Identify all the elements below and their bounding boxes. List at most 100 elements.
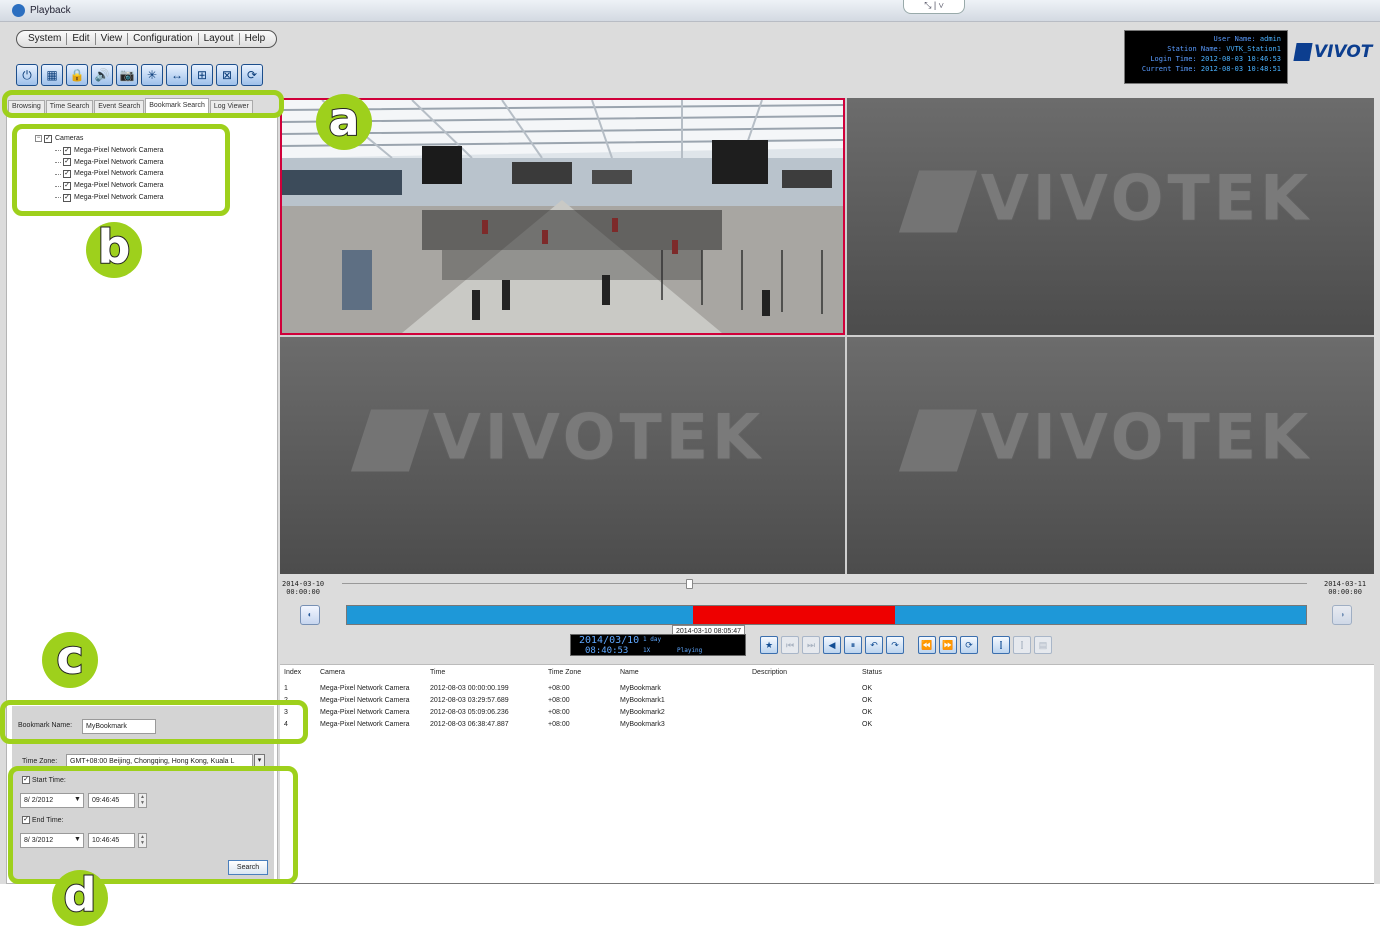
cell-status: OK: [862, 685, 873, 692]
title-bar: Playback ⤡ | ∨: [0, 0, 1380, 22]
video-cell-4[interactable]: VIVOTEK: [847, 337, 1374, 574]
vivotek-watermark: VIVOTEK: [847, 400, 1374, 473]
callout-b-frame: [12, 124, 230, 216]
col-camera[interactable]: Camera: [320, 667, 345, 679]
menu-edit[interactable]: Edit: [67, 33, 96, 45]
menu-layout[interactable]: Layout: [199, 33, 240, 45]
timeline-start-time: 00:00:00: [286, 588, 320, 596]
cell-time: 2012-08-03 03:29:57.689: [430, 697, 509, 704]
table-row[interactable]: 4 Mega-Pixel Network Camera 2012-08-03 0…: [280, 719, 1374, 731]
bookmark-results-table: Index Camera Time Time Zone Name Descrip…: [280, 664, 1374, 884]
previous-frame-icon[interactable]: ⏪: [918, 636, 936, 654]
cell-time-zone: +08:00: [548, 685, 570, 692]
playback-controls: ★ ⏮ ⏭ ◀ ⏸ ↶ ↷ ⏪ ⏩ ⟳ ⫿ ⫿ ▤: [760, 636, 1052, 654]
col-status[interactable]: Status: [862, 667, 882, 679]
video-cell-3[interactable]: VIVOTEK: [280, 337, 845, 574]
layout-icon[interactable]: ▦: [41, 64, 63, 86]
bookmark-star-icon[interactable]: ★: [760, 636, 778, 654]
next-bookmark-icon[interactable]: ⏭: [802, 636, 820, 654]
menu-view[interactable]: View: [96, 33, 129, 45]
time-slider-track[interactable]: [342, 583, 1307, 584]
sync-icon[interactable]: ⟳: [241, 64, 263, 86]
fullscreen-icon[interactable]: ⊞: [191, 64, 213, 86]
lcd-state: Playing: [677, 647, 703, 654]
export-clip-icon[interactable]: ▤: [1034, 636, 1052, 654]
table-row[interactable]: 1 Mega-Pixel Network Camera 2012-08-03 0…: [280, 683, 1374, 695]
cell-name: MyBookmark2: [620, 709, 665, 716]
menu-system[interactable]: System: [23, 33, 68, 45]
time-slider-knob[interactable]: [686, 579, 694, 589]
cell-status: OK: [862, 721, 873, 728]
mark-in-icon[interactable]: ⫿: [992, 636, 1010, 654]
cell-camera: Mega-Pixel Network Camera: [320, 697, 410, 704]
snapshot-icon[interactable]: 📷: [116, 64, 138, 86]
lock-icon[interactable]: 🔒: [66, 64, 88, 86]
lcd-range: 1 day: [643, 636, 662, 643]
window-controls[interactable]: ⤡ | ∨: [903, 0, 965, 14]
app-icon: [12, 4, 25, 17]
audio-icon[interactable]: 🔊: [91, 64, 113, 86]
cell-name: MyBookmark3: [620, 721, 665, 728]
vivotek-watermark: VIVOTEK: [847, 161, 1374, 234]
patrol-icon[interactable]: ⊠: [216, 64, 238, 86]
speed-up-icon[interactable]: ↷: [886, 636, 904, 654]
callout-d-badge: d: [52, 869, 108, 926]
cell-time-zone: +08:00: [548, 709, 570, 716]
cell-status: OK: [862, 697, 873, 704]
col-name[interactable]: Name: [620, 667, 639, 679]
window-title: Playback: [30, 5, 71, 16]
lcd-date: 2014/03/10: [579, 635, 640, 646]
slow-down-icon[interactable]: ↶: [865, 636, 883, 654]
station-label: Station Name:: [1167, 45, 1222, 53]
zoom-in-timeline-icon[interactable]: ◐: [300, 605, 320, 625]
col-time[interactable]: Time: [430, 667, 445, 679]
callout-a-badge: a: [316, 93, 372, 150]
mark-out-icon[interactable]: ⫿: [1013, 636, 1031, 654]
playback-time-display: 2014/03/10 08:40:53 1 day 1X Playing: [570, 634, 746, 656]
previous-bookmark-icon[interactable]: ⏮: [781, 636, 799, 654]
menu-configuration[interactable]: Configuration: [128, 33, 199, 45]
recording-timeline[interactable]: [346, 605, 1307, 625]
table-row[interactable]: 2 Mega-Pixel Network Camera 2012-08-03 0…: [280, 695, 1374, 707]
cell-time: 2012-08-03 05:09:06.236: [430, 709, 509, 716]
next-frame-icon[interactable]: ⏩: [939, 636, 957, 654]
zoom-out-timeline-icon[interactable]: ◑: [1332, 605, 1352, 625]
ptz-icon[interactable]: ✳: [141, 64, 163, 86]
callout-c-badge: c: [42, 631, 98, 688]
vivotek-watermark-text: VIVOTEK: [980, 161, 1313, 235]
menu-bar: System Edit View Configuration Layout He…: [16, 30, 278, 48]
cell-index: 1: [284, 685, 288, 692]
cell-time: 2012-08-03 00:00:00.199: [430, 685, 509, 692]
vivotek-logo-mark: [1293, 43, 1313, 61]
vivotek-bird-icon: [898, 170, 977, 233]
cell-time-zone: +08:00: [548, 721, 570, 728]
callout-d-frame: [8, 766, 298, 884]
repeat-icon[interactable]: ⟳: [960, 636, 978, 654]
cell-name: MyBookmark1: [620, 697, 665, 704]
cell-time-zone: +08:00: [548, 697, 570, 704]
col-time-zone[interactable]: Time Zone: [548, 667, 581, 679]
vivotek-watermark: VIVOTEK: [280, 400, 845, 473]
pause-icon[interactable]: ⏸: [844, 636, 862, 654]
playback-panel: 2014-03-10 00:00:00 2014-03-11 00:00:00 ◐ …: [280, 574, 1374, 662]
col-description[interactable]: Description: [752, 667, 787, 679]
timeline-end-time: 00:00:00: [1328, 588, 1362, 596]
col-index[interactable]: Index: [284, 667, 301, 679]
video-grid: VIVOTEK VIVOTEK VIVOTEK: [280, 98, 1374, 574]
timeline-start: 2014-03-10 00:00:00: [282, 580, 324, 596]
video-cell-2[interactable]: VIVOTEK: [847, 98, 1374, 335]
user-label: User Name:: [1213, 35, 1256, 43]
cell-time: 2012-08-03 06:38:47.887: [430, 721, 509, 728]
timeline-end-date: 2014-03-11: [1324, 580, 1367, 588]
power-icon[interactable]: ⏻: [16, 64, 38, 86]
bookmark-segment[interactable]: [693, 606, 895, 624]
table-row[interactable]: 3 Mega-Pixel Network Camera 2012-08-03 0…: [280, 707, 1374, 719]
export-icon[interactable]: ↔: [166, 64, 188, 86]
reverse-play-icon[interactable]: ◀: [823, 636, 841, 654]
login-time-label: Login Time:: [1150, 55, 1197, 63]
current-time: 2012-08-03 10:48:51: [1200, 65, 1281, 73]
lcd-time: 08:40:53: [585, 646, 629, 656]
toolbar: ⏻ ▦ 🔒 🔊 📷 ✳ ↔ ⊞ ⊠ ⟳: [16, 64, 263, 86]
menu-help[interactable]: Help: [240, 33, 271, 45]
cell-camera: Mega-Pixel Network Camera: [320, 721, 410, 728]
